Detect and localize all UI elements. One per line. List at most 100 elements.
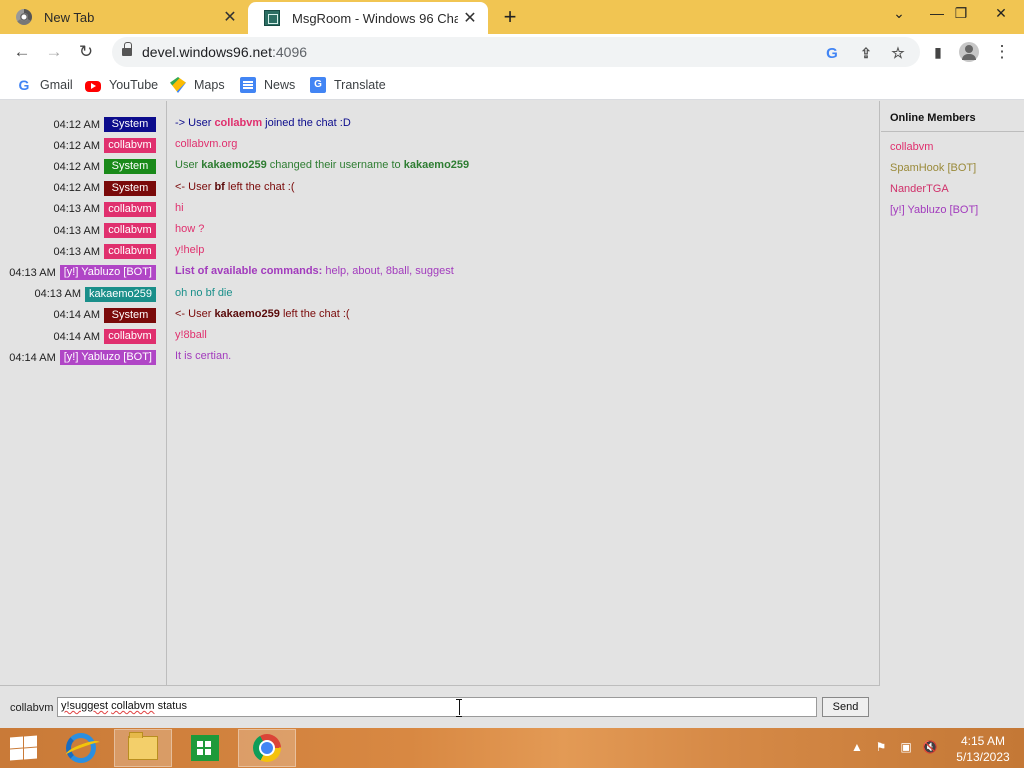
- volume-muted-icon[interactable]: 🔇: [921, 738, 939, 756]
- chrome-icon: [16, 9, 32, 25]
- chrome-icon: [253, 734, 281, 762]
- news-icon: [240, 77, 256, 93]
- message-meta: 04:13 AM collabvm: [54, 244, 156, 260]
- message-text: <- User kakaemo259 left the chat :(: [175, 308, 350, 320]
- tab-new-tab[interactable]: New Tab ✕: [0, 0, 248, 34]
- message-text-segment: <- User: [175, 180, 215, 193]
- message-text-segment: It is certian.: [175, 350, 232, 363]
- message-author-badge[interactable]: System: [104, 307, 156, 323]
- taskbar: ▲ ⚑ ▣ 🔇 4:15 AM 5/13/2023: [0, 728, 1024, 768]
- text-cursor-icon: [456, 699, 462, 717]
- tab-msgroom[interactable]: MsgRoom - Windows 96 Chat ✕: [248, 2, 488, 34]
- message-author-badge[interactable]: [y!] Yabluzo [BOT]: [59, 265, 156, 281]
- message-meta: 04:13 AM collabvm: [53, 201, 156, 217]
- message-text-segment: collabvm: [214, 117, 263, 129]
- menu-kebab-icon[interactable]: ⋮: [988, 38, 1016, 66]
- network-icon[interactable]: ▣: [897, 738, 915, 756]
- bookmark-translate[interactable]: G Translate: [310, 76, 386, 94]
- google-lens-icon[interactable]: G: [822, 43, 842, 63]
- message-author-badge[interactable]: collabvm: [104, 244, 156, 260]
- bookmark-gmail[interactable]: G Gmail: [16, 76, 73, 94]
- side-panel-icon[interactable]: ▮: [924, 38, 952, 66]
- bookmark-youtube[interactable]: YouTube: [85, 76, 158, 94]
- message-author-badge[interactable]: System: [104, 159, 156, 175]
- online-member-item[interactable]: SpamHook [BOT]: [890, 162, 976, 174]
- profile-icon[interactable]: [955, 38, 983, 66]
- message-text-segment: -> User: [175, 117, 215, 129]
- taskbar-internet-explorer[interactable]: [52, 729, 110, 767]
- action-center-flag-icon[interactable]: ⚑: [872, 738, 890, 756]
- divider: [881, 131, 1024, 132]
- window-close-icon[interactable]: ✕: [984, 0, 1018, 26]
- browser-tabstrip: New Tab ✕ MsgRoom - Windows 96 Chat ✕ + …: [0, 0, 1024, 34]
- message-meta: 04:14 AM System: [54, 307, 156, 323]
- url-text: devel.windows96.net:4096: [142, 44, 307, 60]
- nickname-label[interactable]: collabvm: [10, 702, 53, 714]
- bookmark-label: Gmail: [40, 78, 73, 92]
- message-text: oh no bf die: [175, 287, 233, 299]
- google-icon: G: [18, 77, 30, 93]
- maps-icon: [170, 77, 186, 93]
- back-arrow-icon[interactable]: ←: [8, 38, 36, 66]
- address-bar[interactable]: devel.windows96.net:4096 G ⇪ ☆: [112, 37, 920, 67]
- close-icon[interactable]: ✕: [458, 6, 482, 30]
- send-button[interactable]: Send: [822, 697, 869, 717]
- message-text-segment: List of available commands:: [175, 265, 326, 278]
- chat-message-row: 04:13 AM [y!] Yabluzo [BOT] List of availa…: [0, 261, 880, 282]
- browser-toolbar: ← → ↻ devel.windows96.net:4096 G ⇪ ☆ ▮ ⋮: [0, 34, 1024, 70]
- restore-icon[interactable]: ❐: [944, 0, 978, 26]
- message-timestamp: 04:12 AM: [53, 182, 100, 195]
- close-icon[interactable]: ✕: [218, 5, 242, 29]
- message-timestamp: 04:13 AM: [53, 203, 100, 216]
- message-timestamp: 04:12 AM: [53, 160, 100, 173]
- bookmark-star-icon[interactable]: ☆: [888, 43, 908, 63]
- message-author-badge[interactable]: collabvm: [104, 223, 156, 238]
- message-text: List of available commands: help, about,…: [175, 265, 454, 277]
- start-button[interactable]: [8, 735, 38, 762]
- message-timestamp: 04:13 AM: [53, 224, 100, 237]
- online-member-item[interactable]: [y!] Yabluzo [BOT]: [890, 204, 978, 216]
- chat-message-row: 04:14 AM [y!] Yabluzo [BOT] It is certian.: [0, 346, 880, 367]
- message-text: -> User collabvm joined the chat :D: [175, 117, 351, 129]
- bookmark-label: Maps: [194, 78, 225, 92]
- url-port: :4096: [271, 44, 308, 60]
- windows-logo-pane: [24, 747, 37, 760]
- message-list[interactable]: 04:12 AM System -> User collabvm joined th…: [0, 101, 880, 686]
- bookmarks-bar: G Gmail YouTube Maps News G Translate: [0, 70, 1024, 100]
- tab-title: New Tab: [44, 9, 95, 25]
- forward-arrow-icon[interactable]: →: [40, 38, 68, 66]
- message-author-badge[interactable]: [y!] Yabluzo [BOT]: [59, 350, 156, 366]
- message-text: y!help: [175, 244, 204, 256]
- message-text-segment: <- User: [175, 307, 215, 320]
- chat-message-input[interactable]: y!suggest collabvm status: [57, 697, 817, 717]
- online-member-item[interactable]: NanderTGA: [890, 183, 949, 195]
- message-author-badge[interactable]: System: [104, 117, 156, 132]
- chat-message-row: 04:12 AM collabvm collabvm.org: [0, 134, 880, 155]
- message-text: collabvm.org: [175, 138, 237, 150]
- show-hidden-icons-icon[interactable]: ▲: [848, 738, 866, 756]
- bookmark-news[interactable]: News: [240, 76, 295, 94]
- message-text-segment: y!help: [175, 244, 205, 257]
- taskbar-store[interactable]: [176, 729, 234, 767]
- taskbar-chrome[interactable]: [238, 729, 296, 767]
- message-author-badge[interactable]: collabvm: [104, 201, 156, 217]
- message-text-segment: User: [175, 159, 202, 172]
- message-author-badge[interactable]: kakaemo259: [85, 286, 156, 302]
- message-author-badge[interactable]: collabvm: [104, 138, 156, 154]
- desktop: New Tab ✕ MsgRoom - Windows 96 Chat ✕ + …: [0, 0, 1024, 768]
- share-icon[interactable]: ⇪: [856, 43, 876, 63]
- new-tab-button[interactable]: +: [498, 4, 522, 29]
- message-author-badge[interactable]: collabvm: [104, 329, 156, 344]
- clock-date: 5/13/2023: [956, 750, 1010, 764]
- store-icon: [191, 735, 219, 761]
- message-text-segment: bf: [214, 180, 225, 193]
- bookmark-label: Translate: [334, 78, 386, 92]
- tab-search-chevron-icon[interactable]: ⌄: [882, 0, 916, 26]
- message-text: <- User bf left the chat :(: [175, 181, 295, 193]
- taskbar-clock[interactable]: 4:15 AM 5/13/2023: [948, 733, 1018, 765]
- message-author-badge[interactable]: System: [104, 180, 156, 196]
- reload-icon[interactable]: ↻: [72, 38, 100, 66]
- taskbar-file-explorer[interactable]: [114, 729, 172, 767]
- bookmark-maps[interactable]: Maps: [170, 76, 225, 94]
- online-member-item[interactable]: collabvm: [890, 141, 933, 153]
